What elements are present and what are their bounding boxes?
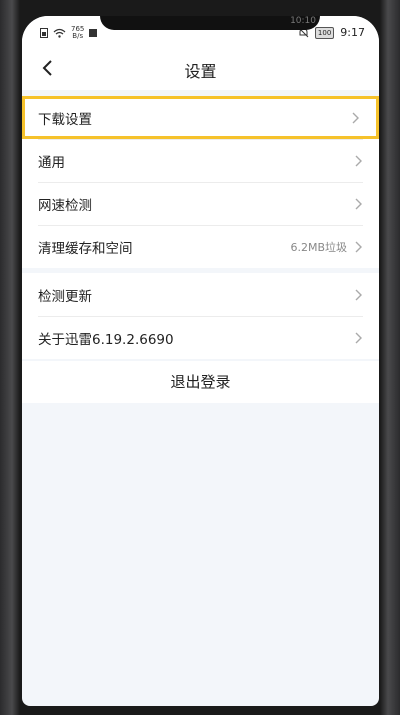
cache-size-value: 6.2MB垃圾 <box>290 240 347 254</box>
row-label: 检测更新 <box>38 288 92 305</box>
network-speed: 765 B/s <box>71 26 84 40</box>
row-label: 清理缓存和空间 <box>38 240 133 257</box>
wifi-icon <box>53 28 66 38</box>
chevron-right-icon <box>352 112 359 123</box>
row-label: 通用 <box>38 154 65 171</box>
chevron-right-icon <box>355 155 362 166</box>
row-general[interactable]: 通用 <box>22 139 379 182</box>
camera-notch: 10:10 <box>100 16 320 30</box>
row-download-settings[interactable]: 下载设置 <box>22 96 379 139</box>
notification-icon <box>89 29 98 37</box>
chevron-right-icon <box>355 241 362 252</box>
row-clear-cache[interactable]: 清理缓存和空间 6.2MB垃圾 <box>22 225 379 268</box>
sim-icon <box>40 28 48 38</box>
row-label: 下载设置 <box>38 111 92 128</box>
row-about[interactable]: 关于迅雷6.19.2.6690 <box>22 316 379 359</box>
page-title: 设置 <box>184 62 217 81</box>
clock: 9:17 <box>340 26 365 39</box>
chevron-right-icon <box>355 332 362 343</box>
settings-group-about: 检测更新 关于迅雷6.19.2.6690 <box>22 273 379 359</box>
row-label: 关于迅雷6.19.2.6690 <box>38 331 174 348</box>
row-speed-test[interactable]: 网速检测 <box>22 182 379 225</box>
row-check-update[interactable]: 检测更新 <box>22 273 379 316</box>
network-speed-unit: B/s <box>72 32 84 40</box>
status-left: 765 B/s <box>40 26 98 40</box>
logout-button[interactable]: 退出登录 <box>22 361 379 403</box>
settings-group-main: 下载设置 通用 网速检测 清理缓存和空间 6.2MB垃圾 <box>22 96 379 268</box>
chevron-right-icon <box>355 289 362 300</box>
chevron-right-icon <box>355 198 362 209</box>
header: 设置 <box>22 46 379 90</box>
battery-icon: 100 <box>314 26 335 39</box>
notch-time: 10:10 <box>290 16 316 26</box>
phone-frame: 10:10 765 B/s 100 9:17 设置 下载设置 通用 网速检测 清… <box>0 0 400 715</box>
row-label: 网速检测 <box>38 197 92 214</box>
screen: 10:10 765 B/s 100 9:17 设置 下载设置 通用 网速检测 清… <box>22 16 379 706</box>
